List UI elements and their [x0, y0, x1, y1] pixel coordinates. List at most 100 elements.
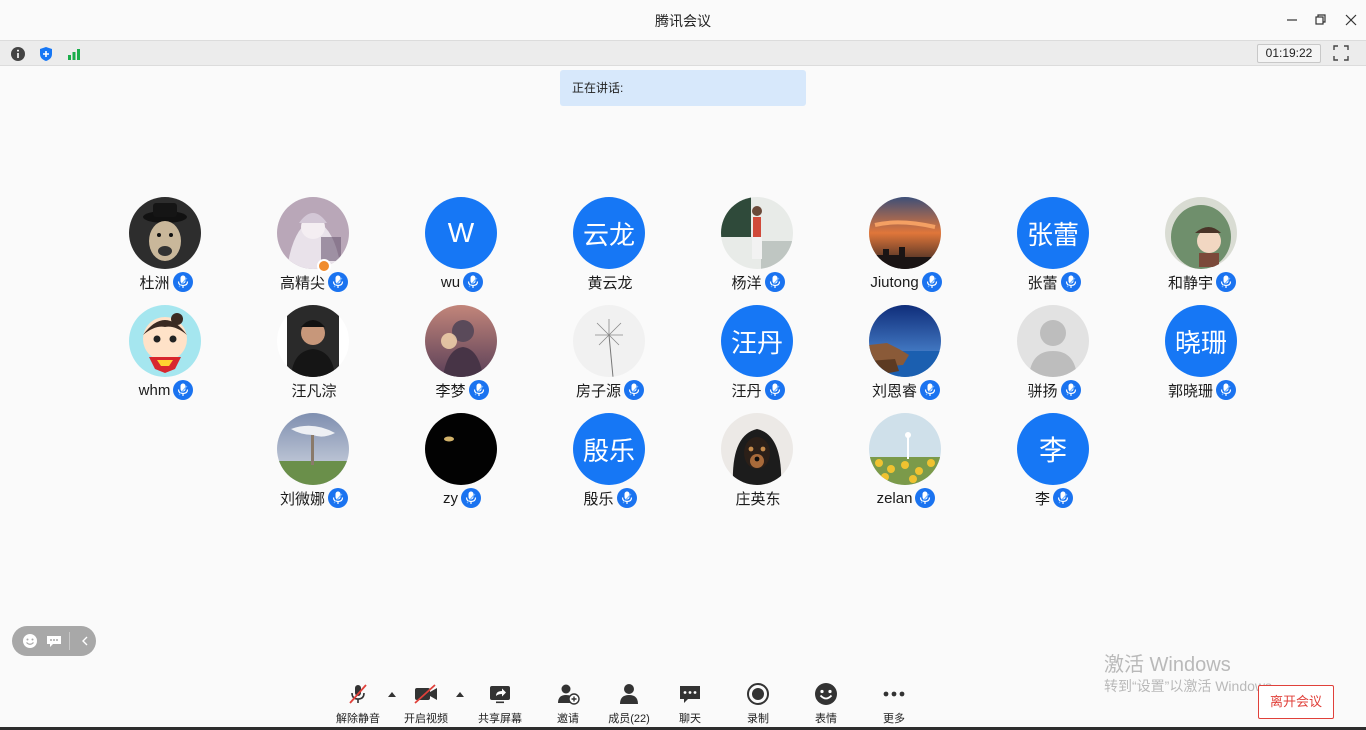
participant-name-row: 庄英东: [684, 488, 832, 508]
fullscreen-icon: [1333, 45, 1349, 61]
participant-tile[interactable]: 杨洋: [684, 197, 832, 297]
smile-icon: [815, 683, 837, 705]
avatar: [1017, 305, 1089, 377]
participant-tile[interactable]: 骈扬: [980, 305, 1128, 405]
participant-tile[interactable]: 晓珊 郭晓珊: [1128, 305, 1276, 405]
participant-tile[interactable]: zelan: [832, 413, 980, 513]
participant-name: 房子源: [575, 382, 621, 400]
participant-tile[interactable]: 殷乐 殷乐: [536, 413, 684, 513]
avatar: [869, 413, 941, 485]
mic-icon: [621, 491, 632, 504]
participant-tile[interactable]: 杜洲: [92, 197, 240, 297]
avatar: 晓珊: [1165, 305, 1237, 377]
chat-icon: [680, 686, 700, 703]
participant-tile[interactable]: zy: [388, 413, 536, 513]
avatar: [277, 413, 349, 485]
security-button[interactable]: [37, 45, 55, 63]
mic-status-icon: [1216, 272, 1236, 292]
participant-tile[interactable]: Jiutong: [832, 197, 980, 297]
chat-button[interactable]: 聊天: [676, 682, 704, 726]
meeting-timer: 01:19:22: [1257, 44, 1321, 63]
participant-tile[interactable]: 云龙 黄云龙: [536, 197, 684, 297]
avatar: [869, 305, 941, 377]
mic-icon: [473, 383, 484, 396]
participant-tile[interactable]: 汪凡淙: [240, 305, 388, 405]
mic-status-icon: [764, 272, 785, 292]
participant-tile[interactable]: 李梦: [388, 305, 536, 405]
avatar: 李: [1017, 413, 1089, 485]
more-button[interactable]: 更多: [880, 682, 908, 726]
chat-toggle-button[interactable]: [45, 632, 63, 650]
more-dots-icon: [883, 691, 905, 697]
emoji-label: 表情: [815, 713, 837, 725]
info-button[interactable]: [9, 45, 27, 63]
members-button[interactable]: 成员(22): [606, 682, 652, 726]
participant-name: zelan: [876, 489, 913, 507]
network-button[interactable]: [65, 45, 83, 63]
divider: [69, 632, 70, 650]
participant-name: 汪凡淙: [291, 382, 337, 400]
avatar: [1165, 197, 1237, 269]
close-icon: [1345, 14, 1357, 26]
mic-status-icon: [173, 380, 194, 400]
start-video-button[interactable]: 开启视频: [403, 682, 449, 726]
participant-tile[interactable]: 刘微娜: [240, 413, 388, 513]
emoji-button[interactable]: 表情: [812, 682, 840, 726]
participant-name-row: 高精尖: [240, 272, 388, 292]
mic-status-icon: [616, 488, 637, 508]
participant-name-row: 杜洲: [92, 272, 240, 292]
participant-tile[interactable]: 张蕾 张蕾: [980, 197, 1128, 297]
mic-status-icon: [1216, 380, 1236, 400]
participant-tile[interactable]: Wwu: [388, 197, 536, 297]
audio-options-caret-icon[interactable]: [387, 690, 397, 698]
fullscreen-button[interactable]: [1333, 45, 1351, 63]
participant-tile[interactable]: 李李: [980, 413, 1128, 513]
participant-name-row: 汪凡淙: [240, 380, 388, 400]
participant-name: 高精尖: [279, 274, 325, 292]
smile-icon: [23, 634, 37, 648]
mic-icon: [769, 275, 780, 288]
close-button[interactable]: [1338, 8, 1364, 32]
participant-tile[interactable]: 房子源: [536, 305, 684, 405]
participant-name-row: 房子源: [536, 380, 684, 400]
participant-name-row: 刘恩睿: [832, 380, 980, 400]
mic-status-icon: [920, 380, 940, 400]
video-options-caret-icon[interactable]: [455, 690, 465, 698]
participant-name: 李梦: [435, 382, 466, 400]
minimize-button[interactable]: [1279, 8, 1305, 32]
avatar: [869, 197, 941, 269]
mic-icon: [769, 383, 780, 396]
collapse-button[interactable]: [76, 632, 94, 650]
participant-name: 郭晓珊: [1167, 382, 1213, 400]
mic-status-icon: [764, 380, 785, 400]
mic-icon: [332, 491, 344, 504]
participant-name-row: 和静宇: [1128, 272, 1276, 292]
avatar: [277, 197, 349, 269]
participant-tile[interactable]: 和静宇: [1128, 197, 1276, 297]
participant-tile[interactable]: 庄英东: [684, 413, 832, 513]
unmute-button[interactable]: 解除静音: [335, 682, 381, 726]
participant-tile[interactable]: 汪丹 汪丹: [684, 305, 832, 405]
record-button[interactable]: 录制: [744, 682, 772, 726]
info-icon: [11, 47, 25, 61]
chat-label: 聊天: [679, 713, 701, 725]
invite-button[interactable]: 邀请: [553, 682, 583, 726]
participant-name: 汪丹: [731, 382, 762, 400]
participant-tile[interactable]: 刘恩睿: [832, 305, 980, 405]
participant-name: 和静宇: [1167, 274, 1213, 292]
record-label: 录制: [747, 713, 769, 725]
participant-tile[interactable]: whm: [92, 305, 240, 405]
leave-meeting-button[interactable]: 离开会议: [1258, 685, 1334, 719]
avatar: [129, 305, 201, 377]
restore-button[interactable]: [1308, 8, 1334, 32]
share-screen-button[interactable]: 共享屏幕: [477, 682, 523, 726]
unmute-label: 解除静音: [336, 713, 380, 725]
emoji-toggle-button[interactable]: [21, 632, 39, 650]
mic-icon: [465, 491, 477, 504]
floating-panel[interactable]: [12, 626, 96, 656]
minimize-icon: [1287, 19, 1297, 21]
avatar: 张蕾: [1017, 197, 1089, 269]
window-title: 腾讯会议: [655, 13, 711, 29]
add-user-icon: [558, 684, 580, 705]
participant-tile[interactable]: 高精尖: [240, 197, 388, 297]
